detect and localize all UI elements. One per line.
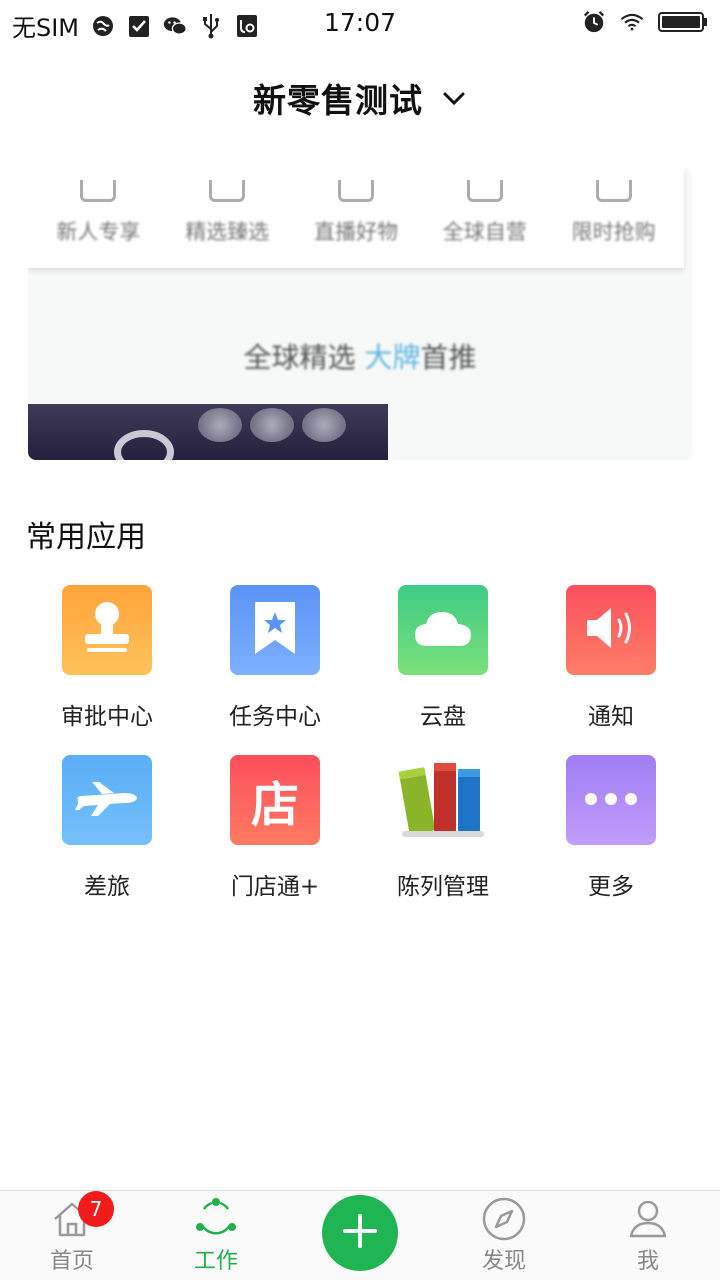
app-label: 云盘 [420,704,466,730]
page-title[interactable]: 新零售测试 [253,74,423,122]
airplane-icon [74,778,140,822]
banner-category: 精选臻选 [185,180,269,246]
tab-label: 首页 [49,1249,94,1274]
status-bar-right [582,10,708,34]
banner-slogan: 全球精选 大牌首推 [28,336,692,376]
banner-category: 新人专享 [56,180,140,246]
app-label: 审批中心 [61,704,153,730]
app-tile[interactable] [398,585,488,675]
tab-work[interactable]: 工作 [156,1191,276,1280]
banner-category-strip: 新人专享 精选臻选 直播好物 全球自营 限时抢购 [28,168,684,268]
app-store-connect[interactable]: 店 门店通+ [191,755,359,901]
banner-category-label: 全球自营 [442,220,527,244]
banner-slogan-suffix: 首推 [420,341,477,374]
app-label: 陈列管理 [397,874,489,900]
tab-label: 我 [636,1249,659,1274]
bookmark-star-icon [253,600,297,660]
tab-home[interactable]: 7 首页 [12,1191,132,1280]
banner-category-label: 精选臻选 [185,220,270,244]
bottom-tab-bar: 7 首页 工作 发现 我 [0,1190,720,1280]
status-bar: 无SIM 17:07 [0,0,720,50]
app-label: 差旅 [84,874,130,900]
app-more[interactable]: 更多 [527,755,695,901]
app-tile[interactable] [62,585,152,675]
battery-icon [658,10,708,34]
app-business-travel[interactable]: 差旅 [23,755,191,901]
stamp-icon [79,598,135,662]
app-tile[interactable] [398,755,488,845]
banner-product-image [28,404,388,460]
category-icon [595,180,632,202]
app-label: 任务中心 [229,704,321,730]
tab-label: 工作 [193,1249,238,1274]
app-cloud-drive[interactable]: 云盘 [359,585,527,731]
category-icon [466,180,503,202]
banner-category: 限时抢购 [572,180,656,246]
plus-icon[interactable] [342,1213,378,1253]
banner-slogan-prefix: 全球精选 [243,341,365,374]
app-label: 更多 [588,874,634,900]
app-tile[interactable] [230,585,320,675]
category-icon [80,180,117,202]
person-icon[interactable] [626,1197,670,1241]
books-icon [398,755,488,845]
banner-category: 直播好物 [314,180,398,246]
chevron-down-icon[interactable] [441,85,467,111]
app-tile[interactable] [566,585,656,675]
app-display-management[interactable]: 陈列管理 [359,755,527,901]
banner-image-ornament [302,408,346,442]
category-icon [209,180,246,202]
promo-banner[interactable]: 新人专享 精选臻选 直播好物 全球自营 限时抢购 全球精选 大牌首推 [28,168,692,460]
banner-image-ornament [250,408,294,442]
banner-image-ornament [114,430,174,460]
banner-category: 全球自营 [443,180,527,246]
tab-discover[interactable]: 发现 [444,1191,564,1280]
page-header[interactable]: 新零售测试 [0,70,720,126]
app-tile[interactable] [566,755,656,845]
banner-category-label: 限时抢购 [571,220,656,244]
app-label: 通知 [588,704,634,730]
banner-category-label: 直播好物 [313,220,398,244]
store-icon: 店 [250,777,299,833]
tab-me[interactable]: 我 [588,1191,708,1280]
speaker-icon [583,604,639,656]
common-apps-title: 常用应用 [26,520,146,555]
banner-category-label: 新人专享 [56,220,141,244]
app-tile[interactable]: 店 [230,755,320,845]
banner-slogan-highlight: 大牌 [364,341,421,374]
app-approval-center[interactable]: 审批中心 [23,585,191,731]
cloud-icon [413,608,473,652]
app-tile[interactable] [62,755,152,845]
banner-image-ornament [198,408,242,442]
app-notification[interactable]: 通知 [527,585,695,731]
tab-label: 发现 [481,1249,526,1274]
work-icon[interactable] [194,1197,238,1241]
compass-icon[interactable] [482,1197,526,1241]
notification-badge: 7 [78,1191,114,1227]
home-icon[interactable]: 7 [50,1191,114,1241]
alarm-icon [582,10,606,34]
app-task-center[interactable]: 任务中心 [191,585,359,731]
more-icon [583,791,639,810]
app-label: 门店通+ [230,874,320,900]
add-button[interactable] [322,1195,398,1271]
wifi-icon [620,10,644,34]
category-icon [337,180,374,202]
